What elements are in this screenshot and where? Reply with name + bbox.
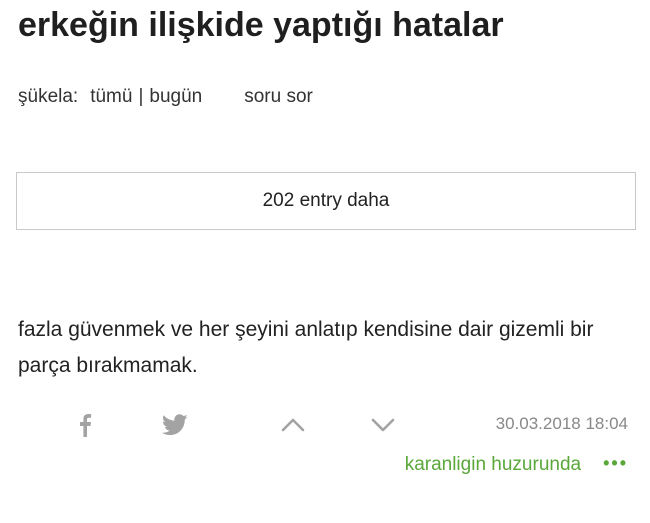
entry-author-row: karanligin huzurunda ••• <box>405 454 628 476</box>
more-options-icon[interactable]: ••• <box>603 454 628 472</box>
entry-footer: 30.03.2018 18:04 <box>0 404 650 444</box>
chevron-down-icon[interactable] <box>368 410 398 440</box>
entry-content: fazla güvenmek ve her şeyini anlatıp ken… <box>18 318 594 377</box>
filter-separator: | <box>138 86 144 107</box>
more-entries-button[interactable]: 202 entry daha <box>16 172 636 230</box>
filter-all-link[interactable]: tümü <box>90 86 132 108</box>
author-link[interactable]: karanligin huzurunda <box>405 454 581 476</box>
filter-today-link[interactable]: bugün <box>149 86 202 108</box>
twitter-icon[interactable] <box>160 410 190 440</box>
entry-date[interactable]: 30.03.2018 18:04 <box>496 414 628 434</box>
topic-subnav: şükela: tümü | bugün soru sor <box>18 86 313 108</box>
topic-title[interactable]: erkeğin ilişkide yaptığı hatalar <box>18 6 504 45</box>
ask-question-link[interactable]: soru sor <box>244 86 313 108</box>
sukela-label: şükela: <box>18 86 79 107</box>
chevron-up-icon[interactable] <box>278 410 308 440</box>
facebook-icon[interactable] <box>70 410 100 440</box>
more-entries-label: 202 entry daha <box>262 190 390 211</box>
